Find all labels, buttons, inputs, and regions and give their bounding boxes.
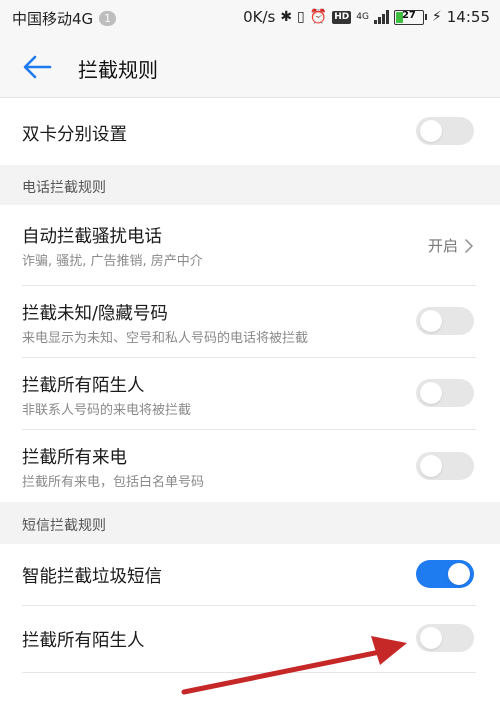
call-rule-title: 自动拦截骚扰电话	[22, 227, 162, 247]
clock: 14:55	[446, 8, 490, 26]
block-unknown-toggle[interactable]	[416, 307, 474, 335]
page-title: 拦截规则	[78, 58, 158, 82]
sim-badge: 1	[99, 11, 117, 26]
net-speed: 0K/s	[243, 8, 276, 26]
charging-icon: ⚡	[431, 9, 442, 25]
dual-sim-row[interactable]: 双卡分别设置	[0, 99, 500, 165]
call-rule-row-1[interactable]: 拦截未知/隐藏号码 来电显示为未知、空号和私人号码的电话将被拦截	[0, 286, 500, 357]
call-rule-row-3[interactable]: 拦截所有来电 拦截所有来电，包括白名单号码	[0, 430, 500, 502]
vibrate-icon: ▯	[297, 9, 305, 25]
call-rule-subtitle: 诈骗, 骚扰, 广告推销, 房产中介	[22, 254, 203, 269]
sms-rule-title: 拦截所有陌生人	[22, 631, 145, 651]
call-rule-subtitle: 来电显示为未知、空号和私人号码的电话将被拦截	[22, 331, 309, 346]
section-header-call: 电话拦截规则	[0, 165, 500, 205]
status-bar: 中国移动4G 1 0K/s ✱ ▯ ⏰ HD 4G 27 ⚡ 14:55	[0, 0, 500, 36]
sms-rule-row-1[interactable]: 拦截所有陌生人	[0, 606, 500, 672]
carrier-label: 中国移动4G	[12, 10, 94, 28]
auto-block-status: 开启	[427, 237, 458, 255]
app-toolbar: 拦截规则	[0, 36, 500, 98]
call-rule-title: 拦截所有来电	[22, 448, 127, 468]
back-button[interactable]	[20, 52, 54, 82]
status-left: 中国移动4G 1	[12, 8, 117, 29]
block-strangers-sms-toggle[interactable]	[416, 624, 474, 652]
chevron-right-icon	[465, 238, 473, 253]
auto-block-value[interactable]: 开启	[428, 235, 474, 256]
dual-sim-toggle[interactable]	[416, 117, 474, 145]
call-rule-row-0[interactable]: 自动拦截骚扰电话 诈骗, 骚扰, 广告推销, 房产中介 开启	[0, 205, 500, 285]
back-arrow-icon	[23, 55, 52, 79]
sms-rule-row-0[interactable]: 智能拦截垃圾短信	[0, 544, 500, 605]
battery-percent: 27	[401, 9, 416, 21]
signal-type: 4G	[356, 12, 369, 22]
divider	[22, 672, 476, 673]
call-rule-title: 拦截未知/隐藏号码	[22, 304, 168, 324]
signal-bars-icon	[373, 10, 389, 24]
sms-rule-title: 智能拦截垃圾短信	[22, 567, 162, 587]
call-rule-row-2[interactable]: 拦截所有陌生人 非联系人号码的来电将被拦截	[0, 358, 500, 429]
block-strangers-call-toggle[interactable]	[416, 379, 474, 407]
call-rule-subtitle: 非联系人号码的来电将被拦截	[22, 403, 192, 418]
bluetooth-icon: ✱	[280, 9, 293, 25]
block-all-calls-toggle[interactable]	[416, 452, 474, 480]
status-right: 0K/s ✱ ▯ ⏰ HD 4G 27 ⚡ 14:55	[243, 8, 490, 26]
battery-icon: 27	[393, 9, 427, 25]
call-rule-title: 拦截所有陌生人	[22, 376, 145, 396]
call-rule-subtitle: 拦截所有来电，包括白名单号码	[22, 475, 205, 490]
alarm-icon: ⏰	[309, 9, 328, 25]
section-header-sms: 短信拦截规则	[0, 502, 500, 544]
hd-icon: HD	[332, 10, 352, 24]
smart-spam-sms-toggle[interactable]	[416, 560, 474, 588]
dual-sim-label: 双卡分别设置	[22, 125, 127, 145]
